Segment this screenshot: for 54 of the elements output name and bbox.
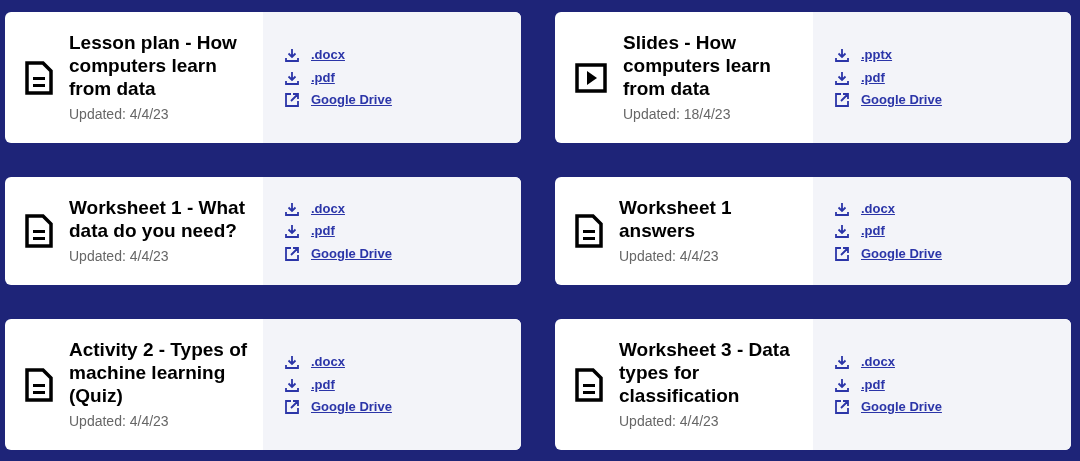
download-icon: [285, 377, 299, 392]
download-icon: [285, 70, 299, 85]
file-link[interactable]: .pdf: [311, 374, 335, 395]
file-link[interactable]: .pdf: [861, 221, 885, 241]
file-link[interactable]: .docx: [311, 45, 345, 65]
file-link[interactable]: Google Drive: [861, 90, 942, 110]
file-link[interactable]: .docx: [311, 352, 345, 372]
resource-title: Slides - How computers learn from data: [623, 30, 772, 100]
external-link-icon: [285, 93, 299, 107]
file-link[interactable]: .docx: [311, 198, 345, 219]
updated-date: Updated: 18/4/23: [623, 104, 732, 124]
updated-date: Updated: 4/4/23: [69, 246, 170, 266]
file-link[interactable]: .docx: [861, 352, 895, 372]
document-icon: [575, 367, 603, 402]
external-link-icon: [835, 93, 849, 107]
file-link[interactable]: Google Drive: [311, 90, 392, 110]
file-link[interactable]: Google Drive: [311, 397, 392, 417]
download-icon: [835, 48, 849, 62]
resource-title: Activity 2 - Types of machine learning (Quiz): [69, 337, 249, 407]
document-icon: [575, 214, 603, 248]
resource-title: Worksheet 3 - Data types for classification: [619, 337, 791, 407]
play-icon: [575, 62, 607, 93]
download-icon: [285, 201, 299, 216]
resource-title: Worksheet 1 - What data do you need?: [69, 195, 246, 242]
download-icon: [835, 201, 849, 216]
updated-date: Updated: 4/4/23: [619, 246, 720, 266]
external-link-icon: [285, 400, 299, 414]
resource-title: Lesson plan - How computers learn from data: [69, 30, 238, 100]
updated-date: Updated: 4/4/23: [619, 411, 720, 431]
external-link-icon: [285, 246, 299, 261]
document-icon: [25, 60, 53, 95]
resource-title: Worksheet 1 answers: [619, 195, 733, 242]
document-icon: [25, 214, 53, 248]
file-link[interactable]: Google Drive: [861, 397, 942, 417]
download-icon: [835, 377, 849, 392]
file-link[interactable]: .pdf: [861, 374, 885, 395]
external-link-icon: [835, 400, 849, 414]
file-link[interactable]: Google Drive: [311, 243, 392, 264]
download-icon: [285, 224, 299, 238]
download-icon: [285, 355, 299, 369]
file-link[interactable]: Google Drive: [861, 243, 942, 264]
download-icon: [835, 224, 849, 238]
updated-date: Updated: 4/4/23: [69, 411, 170, 431]
document-icon: [25, 367, 53, 402]
file-link[interactable]: .pdf: [311, 221, 335, 241]
file-link[interactable]: .pdf: [861, 67, 885, 88]
download-icon: [285, 48, 299, 62]
updated-date: Updated: 4/4/23: [69, 104, 170, 124]
download-icon: [835, 70, 849, 85]
file-link[interactable]: .pdf: [311, 67, 335, 88]
file-link[interactable]: .docx: [861, 198, 895, 219]
file-link[interactable]: .pptx: [861, 45, 893, 65]
external-link-icon: [835, 246, 849, 261]
download-icon: [835, 355, 849, 369]
